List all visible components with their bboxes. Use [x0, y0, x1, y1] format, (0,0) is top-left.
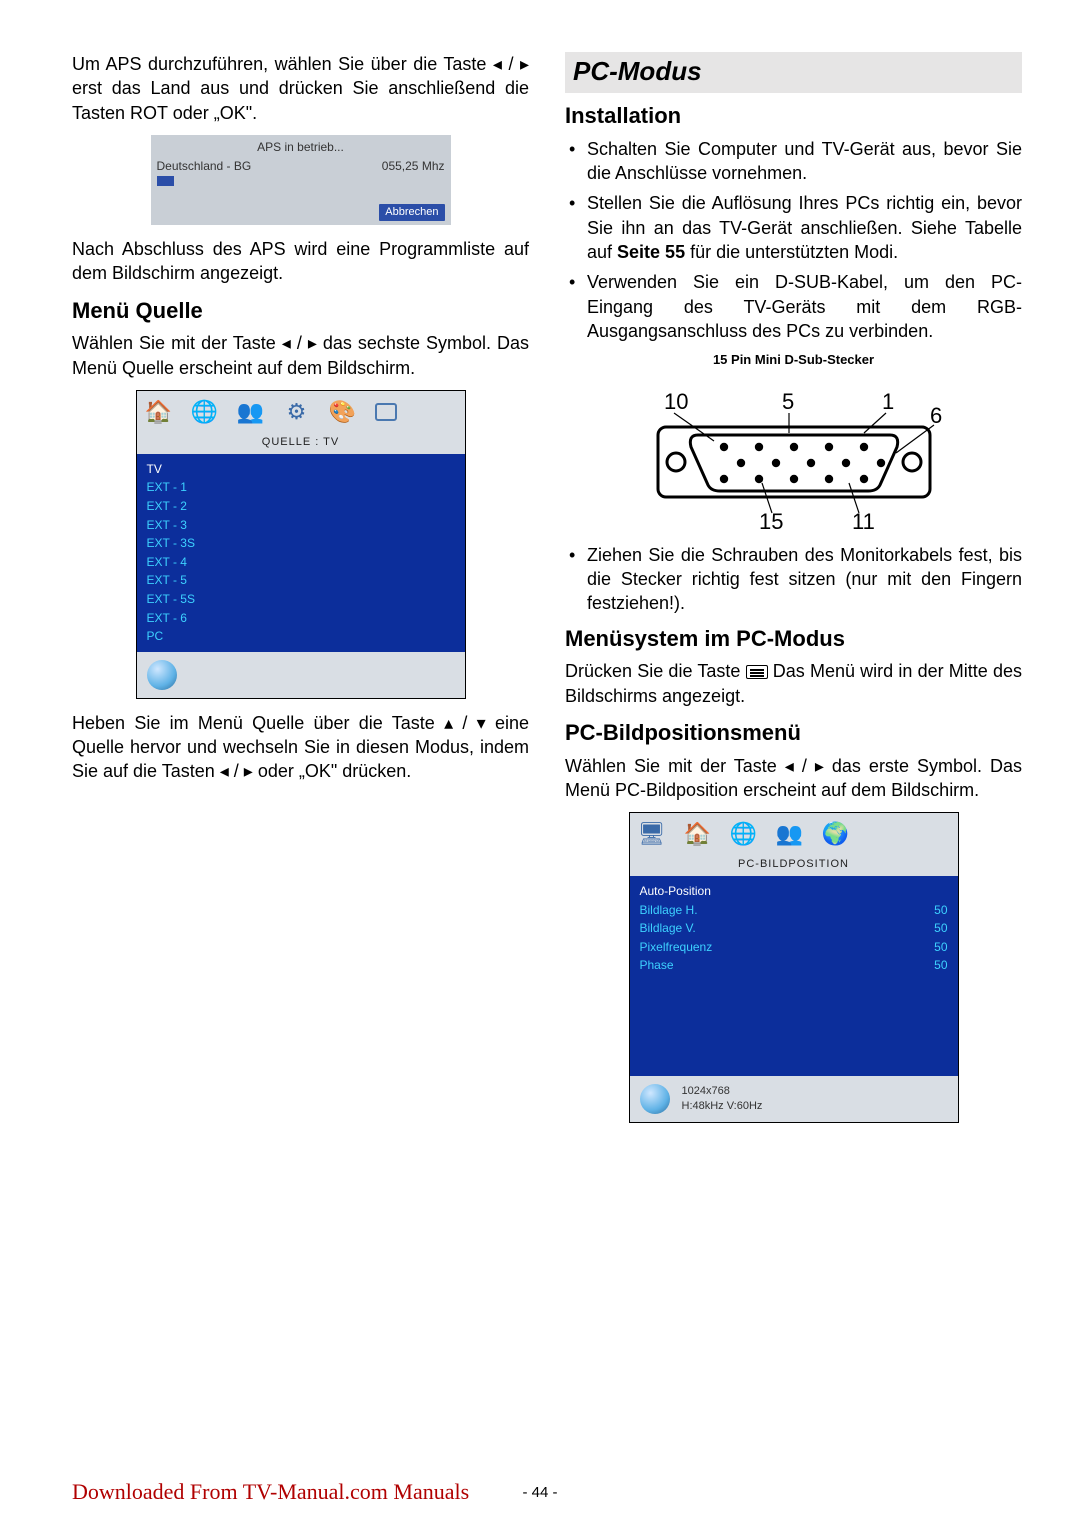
menu-icon	[746, 665, 768, 679]
dsub-caption: 15 Pin Mini D-Sub-Stecker	[565, 351, 1022, 369]
dsub-connector-svg: 10 5 1 6 15 11	[624, 373, 964, 533]
aps-progress-box: APS in betrieb... Deutschland - BG 055,2…	[151, 135, 451, 225]
aps-cancel-button[interactable]: Abbrechen	[379, 204, 444, 221]
aps-after-text: Nach Abschluss des APS wird eine Program…	[72, 237, 529, 286]
resolution-text: 1024x768	[682, 1084, 763, 1099]
tighten-bullet: Ziehen Sie die Schrauben des Monitorkabe…	[565, 543, 1022, 616]
aps-progress-bar	[157, 176, 445, 186]
heading-pc-modus: PC-Modus	[565, 52, 1022, 93]
source-item[interactable]: EXT - 5S	[147, 590, 455, 609]
group-icon: 👥	[776, 820, 804, 848]
pin-label-10: 10	[664, 389, 688, 414]
pin-label-6: 6	[930, 403, 942, 428]
osd-body: TV EXT - 1 EXT - 2 EXT - 3 EXT - 3S EXT …	[137, 454, 465, 652]
aps-country: Deutschland - BG	[157, 158, 252, 174]
monitor-icon: 🖥	[638, 820, 666, 848]
install-bullet: Schalten Sie Computer und TV-Gerät aus, …	[565, 137, 1022, 186]
source-item[interactable]: EXT - 3S	[147, 534, 455, 553]
heading-menusystem: Menüsystem im PC-Modus	[565, 624, 1022, 654]
pc-setting-row[interactable]: Auto-Position	[640, 882, 948, 901]
right-column: PC-Modus Installation Schalten Sie Compu…	[565, 52, 1022, 1135]
refresh-text: H:48kHz V:60Hz	[682, 1099, 763, 1114]
pc-setting-row[interactable]: Bildlage H.50	[640, 901, 948, 920]
source-item[interactable]: EXT - 3	[147, 516, 455, 535]
source-item[interactable]: EXT - 1	[147, 478, 455, 497]
osd-icon-bar: 🏠 🌐 👥 ⚙ 🎨	[137, 391, 465, 433]
heading-pc-bildpos: PC-Bildpositionsmenü	[565, 718, 1022, 748]
globe-icon: 🌐	[191, 398, 219, 426]
pin-label-11: 11	[852, 509, 875, 533]
palette-icon: 🎨	[329, 398, 357, 426]
source-item[interactable]: TV	[147, 460, 455, 479]
globe-icon: 🌐	[730, 820, 758, 848]
osd-body: Auto-Position Bildlage H.50 Bildlage V.5…	[630, 876, 958, 1076]
aps-intro: Um APS durchzuführen, wählen Sie über di…	[72, 52, 529, 125]
globe-icon	[147, 660, 177, 690]
pc-setting-row[interactable]: Phase50	[640, 956, 948, 975]
source-item[interactable]: EXT - 4	[147, 553, 455, 572]
source-item[interactable]: EXT - 6	[147, 609, 455, 628]
group-icon: 👥	[237, 398, 265, 426]
osd-footer: 1024x768 H:48kHz V:60Hz	[630, 1076, 958, 1122]
tighten-list: Ziehen Sie die Schrauben des Monitorkabe…	[565, 543, 1022, 616]
quelle-intro: Wählen Sie mit der Taste ◂ / ▸ das sechs…	[72, 331, 529, 380]
pin-label-1: 1	[882, 389, 894, 414]
pin-label-5: 5	[782, 389, 794, 414]
source-item[interactable]: PC	[147, 627, 455, 646]
pc-setting-row[interactable]: Bildlage V.50	[640, 919, 948, 938]
pc-bildpos-intro: Wählen Sie mit der Taste ◂ / ▸ das erste…	[565, 754, 1022, 803]
osd-icon-bar: 🖥 🏠 🌐 👥 🌍	[630, 813, 958, 855]
source-item[interactable]: EXT - 2	[147, 497, 455, 516]
osd-quelle-menu: 🏠 🌐 👥 ⚙ 🎨 QUELLE : TV TV EXT - 1 EXT - 2…	[136, 390, 466, 699]
home-icon: 🏠	[145, 398, 173, 426]
osd-title: QUELLE : TV	[137, 433, 465, 454]
home-icon: 🏠	[684, 820, 712, 848]
install-bullet: Verwenden Sie ein D-SUB-Kabel, um den PC…	[565, 270, 1022, 343]
world-icon: 🌍	[822, 820, 850, 848]
tv-icon	[375, 403, 397, 421]
gear-icon: ⚙	[283, 398, 311, 426]
left-column: Um APS durchzuführen, wählen Sie über di…	[72, 52, 529, 1135]
installation-list: Schalten Sie Computer und TV-Gerät aus, …	[565, 137, 1022, 343]
osd-title: PC-BILDPOSITION	[630, 855, 958, 876]
aps-frequency: 055,25 Mhz	[382, 158, 445, 174]
dsub-diagram: 15 Pin Mini D-Sub-Stecker 10 5 1 6 15 11	[565, 351, 1022, 533]
heading-installation: Installation	[565, 101, 1022, 131]
menusystem-text: Drücken Sie die Taste Das Menü wird in d…	[565, 659, 1022, 708]
pc-setting-row[interactable]: Pixelfrequenz50	[640, 938, 948, 957]
globe-icon	[640, 1084, 670, 1114]
quelle-after-text: Heben Sie im Menü Quelle über die Taste …	[72, 711, 529, 784]
osd-footer	[137, 652, 465, 698]
install-bullet: Stellen Sie die Auflösung Ihres PCs rich…	[565, 191, 1022, 264]
osd-pc-bildpos-menu: 🖥 🏠 🌐 👥 🌍 PC-BILDPOSITION Auto-Position …	[629, 812, 959, 1123]
source-item[interactable]: EXT - 5	[147, 571, 455, 590]
page-number: - 44 -	[0, 1483, 1080, 1503]
aps-status: APS in betrieb...	[157, 139, 445, 155]
heading-menu-quelle: Menü Quelle	[72, 296, 529, 326]
